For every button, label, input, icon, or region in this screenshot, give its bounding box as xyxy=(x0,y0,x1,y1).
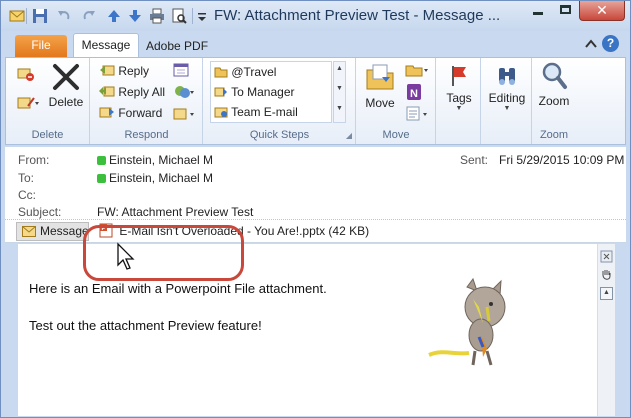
envelope-icon xyxy=(22,226,36,237)
svg-text:N: N xyxy=(410,88,418,100)
quick-step-to-manager[interactable]: To Manager xyxy=(214,82,295,102)
outlook-message-window: FW: Attachment Preview Test - Message ..… xyxy=(0,0,631,418)
down-arrow-icon[interactable] xyxy=(127,8,143,24)
minimize-button[interactable] xyxy=(524,1,552,21)
move-group: Move N Move xyxy=(357,58,436,144)
print-icon[interactable] xyxy=(149,8,165,24)
binoculars-icon xyxy=(499,68,515,85)
sent-label: Sent: xyxy=(460,153,489,167)
undo-icon[interactable] xyxy=(56,8,72,24)
onenote-icon[interactable]: N xyxy=(405,83,423,101)
tab-message[interactable]: Message xyxy=(73,33,139,58)
up-arrow-icon[interactable] xyxy=(106,8,122,24)
respond-group-label: Respond xyxy=(124,129,169,141)
tab-file[interactable]: File xyxy=(15,35,67,57)
meeting-reply-icon[interactable] xyxy=(173,62,189,78)
editing-group: Editing ▼ xyxy=(482,58,532,144)
maximize-button[interactable] xyxy=(552,1,579,21)
move-folder-icon xyxy=(366,64,394,90)
respond-group: Reply Reply All Forward Respond xyxy=(91,58,203,144)
redo-icon[interactable] xyxy=(81,8,97,24)
subject-label: Subject: xyxy=(18,205,62,219)
scroll-up-button[interactable]: ▲ xyxy=(600,287,613,300)
ribbon: Delete Delete Reply Reply All Forward Re… xyxy=(5,57,626,145)
ignore-icon[interactable] xyxy=(16,66,36,82)
ribbon-tab-row: File Message Adobe PDF ? xyxy=(1,31,630,58)
delete-group-label: Delete xyxy=(31,129,64,141)
body-line-1: Here is an Email with a Powerpoint File … xyxy=(29,281,327,296)
move-button[interactable]: Move xyxy=(360,61,400,110)
cleanup-icon[interactable] xyxy=(16,94,40,112)
title-bar: FW: Attachment Preview Test - Message ..… xyxy=(1,1,630,31)
tab-adobe-pdf[interactable]: Adobe PDF xyxy=(146,36,208,56)
help-button[interactable]: ? xyxy=(602,35,619,52)
pan-tool-icon[interactable] xyxy=(600,250,613,263)
move-group-label: Move xyxy=(382,129,410,141)
forward-button[interactable]: Forward xyxy=(99,103,162,123)
cat-drawing-image xyxy=(428,277,506,366)
forward-arrow-icon xyxy=(214,87,227,97)
window-title: FW: Attachment Preview Test - Message ..… xyxy=(214,7,501,24)
dialog-launcher-icon[interactable]: ◢ xyxy=(346,131,352,140)
quick-step-travel[interactable]: @Travel xyxy=(214,62,276,82)
reply-all-button[interactable]: Reply All xyxy=(99,82,165,102)
zoom-group-label: Zoom xyxy=(539,129,569,141)
message-tab-button[interactable]: Message xyxy=(16,222,89,241)
team-icon xyxy=(214,107,228,118)
more-respond-icon[interactable] xyxy=(173,106,195,122)
quick-steps-label: Quick Steps xyxy=(249,129,310,141)
reply-icon xyxy=(100,65,115,76)
minimize-ribbon-icon[interactable] xyxy=(584,37,598,51)
quick-steps-scroll[interactable]: ▲ ▼ ▼ xyxy=(333,61,346,123)
zoom-button[interactable]: Zoom xyxy=(533,61,575,108)
delete-x-icon xyxy=(53,64,79,90)
cc-label: Cc: xyxy=(18,188,36,202)
reply-all-icon xyxy=(99,86,115,97)
editing-button[interactable]: Editing ▼ xyxy=(484,64,530,112)
reply-button[interactable]: Reply xyxy=(99,61,149,81)
im-reply-icon[interactable] xyxy=(173,84,195,100)
sent-value: Fri 5/29/2015 10:09 PM xyxy=(499,153,625,167)
tags-button[interactable]: Tags ▼ xyxy=(439,64,479,112)
to-value[interactable]: Einstein, Michael M xyxy=(97,171,213,185)
subject-value: FW: Attachment Preview Test xyxy=(97,205,254,219)
quick-steps-group: @Travel To Manager Team E-mail ▲ ▼ ▼ Qui… xyxy=(204,58,356,144)
tags-group: Tags ▼ xyxy=(437,58,481,144)
hand-icon[interactable] xyxy=(600,268,613,282)
zoom-group: Zoom Zoom xyxy=(533,58,575,144)
qat-customize-icon[interactable] xyxy=(197,8,207,24)
delete-button[interactable]: Delete xyxy=(44,62,88,109)
close-icon: ✕ xyxy=(596,2,608,18)
from-label: From: xyxy=(18,153,50,167)
body-line-2: Test out the attachment Preview feature! xyxy=(29,318,262,333)
delete-group: Delete Delete xyxy=(6,58,90,144)
folder-icon xyxy=(214,67,228,78)
presence-icon xyxy=(97,174,106,183)
presence-icon xyxy=(97,156,106,165)
body-scrollbar[interactable]: ▲ xyxy=(597,244,615,416)
quick-steps-gallery: @Travel To Manager Team E-mail xyxy=(210,61,332,123)
flag-icon xyxy=(452,66,466,86)
print-preview-icon[interactable] xyxy=(171,8,187,24)
mouse-cursor-icon xyxy=(117,242,135,270)
save-icon[interactable] xyxy=(32,8,48,24)
to-label: To: xyxy=(18,171,35,185)
envelope-app-icon[interactable] xyxy=(9,8,25,24)
rules-icon[interactable] xyxy=(405,61,429,78)
actions-icon[interactable] xyxy=(405,105,429,122)
from-value[interactable]: Einstein, Michael M xyxy=(97,153,213,167)
message-header: From: Einstein, Michael M To: Einstein, … xyxy=(5,147,626,219)
attachment-highlight-annotation xyxy=(83,225,244,281)
close-button[interactable]: ✕ xyxy=(579,1,625,21)
forward-icon xyxy=(99,107,114,118)
quick-step-team-email[interactable]: Team E-mail xyxy=(214,102,298,122)
magnifier-icon xyxy=(542,62,567,89)
